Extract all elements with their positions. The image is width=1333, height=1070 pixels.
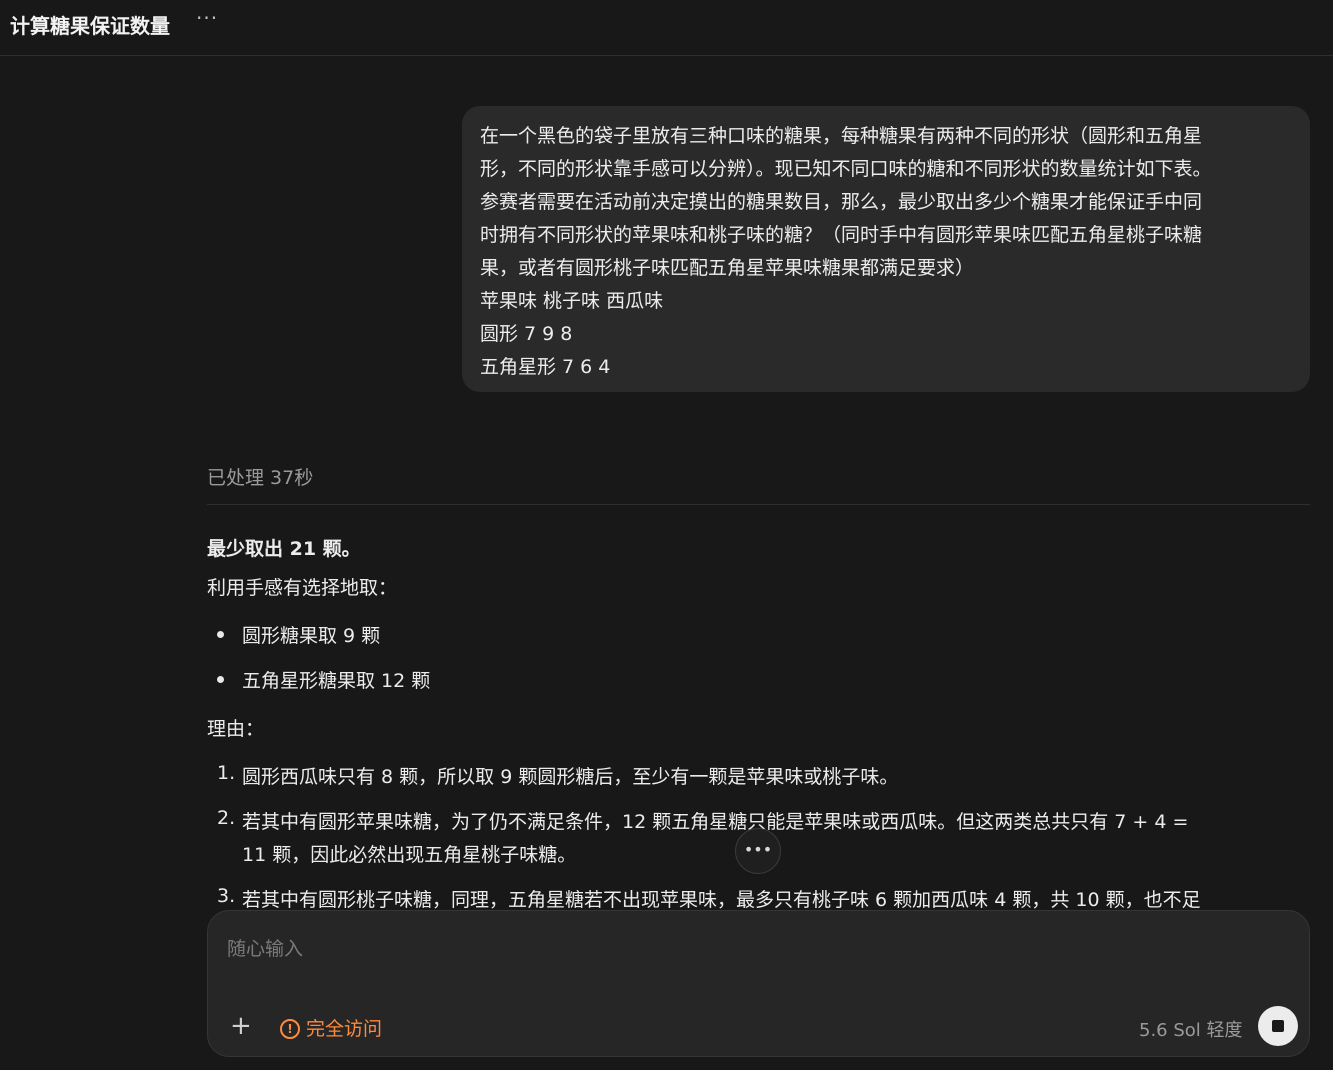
top-bar: 计算糖果保证数量 ··· xyxy=(0,0,1333,56)
stop-button[interactable] xyxy=(1258,1006,1298,1046)
composer: + ! 完全访问 5.6 Sol 轻度 xyxy=(207,910,1310,1057)
bullet-item: 五角星形糖果取 12 颗 xyxy=(242,670,431,692)
list-number: 1. xyxy=(217,762,236,784)
reason-label: 理由： xyxy=(207,718,265,740)
full-access-button[interactable]: ! 完全访问 xyxy=(280,1014,382,1041)
message-input[interactable] xyxy=(225,933,1289,965)
list-number: 2. xyxy=(217,807,236,829)
reason-text: 若其中有圆形桃子味糖，同理，五角星糖若不出现苹果味，最多只有桃子味 6 颗加西瓜… xyxy=(242,889,1201,911)
processing-time-label[interactable]: 已处理 37秒 xyxy=(207,463,313,490)
add-attachment-button[interactable]: + xyxy=(230,1011,252,1041)
more-options-icon[interactable]: ··· xyxy=(196,6,218,30)
model-selector[interactable]: 5.6 Sol 轻度 xyxy=(1139,1016,1243,1042)
reason-text: 圆形西瓜味只有 8 颗，所以取 9 颗圆形糖后，至少有一颗是苹果味或桃子味。 xyxy=(242,766,899,788)
divider xyxy=(207,504,1310,505)
user-message-line: 在一个黑色的袋子里放有三种口味的糖果，每种糖果有两种不同的形状（圆形和五角星 xyxy=(480,125,1203,147)
user-message-line: 苹果味 桃子味 西瓜味 xyxy=(480,290,664,312)
reason-text: 11 颗，因此必然出现五角星桃子味糖。 xyxy=(242,844,577,866)
reason-text: 若其中有圆形苹果味糖，为了仍不满足条件，12 颗五角星糖只能是苹果味或西瓜味。但… xyxy=(242,811,1189,833)
user-message-line: 五角星形 7 6 4 xyxy=(480,356,611,378)
user-message-line: 参赛者需要在活动前决定摸出的糖果数目，那么，最少取出多少个糖果才能保证手中同 xyxy=(480,191,1203,213)
answer-lead: 最少取出 21 颗。 xyxy=(207,538,361,560)
scroll-more-button[interactable]: ••• xyxy=(735,828,781,874)
bullet-icon xyxy=(217,676,224,683)
warning-icon: ! xyxy=(280,1019,300,1039)
user-message-line: 时拥有不同形状的苹果味和桃子味的糖？（同时手中有圆形苹果味匹配五角星桃子味糖 xyxy=(480,224,1203,246)
user-message-line: 果，或者有圆形桃子味匹配五角星苹果味糖果都满足要求） xyxy=(480,257,975,279)
stop-icon xyxy=(1272,1020,1284,1032)
user-message-line: 形，不同的形状靠手感可以分辨）。现已知不同口味的糖和不同形状的数量统计如下表。 xyxy=(480,158,1212,180)
user-message-line: 圆形 7 9 8 xyxy=(480,323,573,345)
bullet-icon xyxy=(217,631,224,638)
conversation-title: 计算糖果保证数量 xyxy=(10,14,170,38)
answer-intro: 利用手感有选择地取： xyxy=(207,577,398,599)
list-number: 3. xyxy=(217,885,236,907)
user-message-bubble: 在一个黑色的袋子里放有三种口味的糖果，每种糖果有两种不同的形状（圆形和五角星 形… xyxy=(462,106,1310,392)
bullet-item: 圆形糖果取 9 颗 xyxy=(242,625,381,647)
full-access-label: 完全访问 xyxy=(306,1018,383,1040)
